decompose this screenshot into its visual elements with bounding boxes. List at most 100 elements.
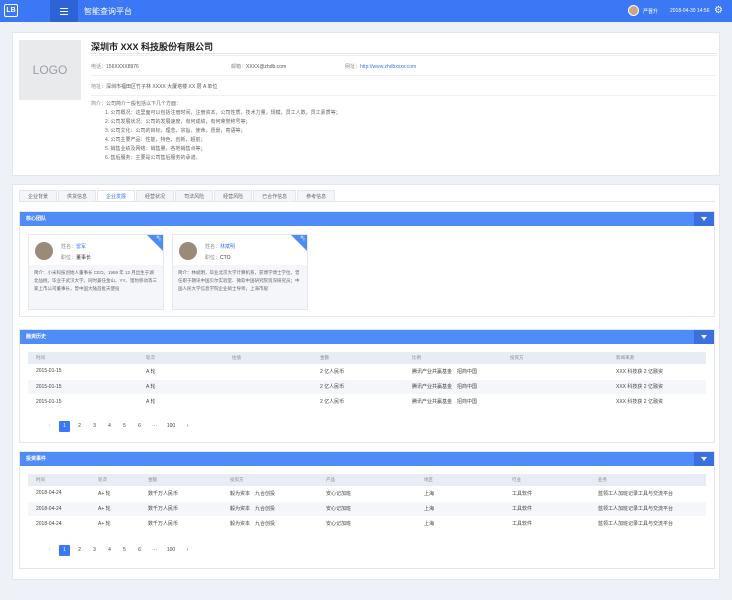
member-name: 姓名：林斌明 — [205, 244, 236, 250]
column-header: 金额 — [140, 474, 222, 486]
core-team-section: 核心团队 核心 姓名：雷军 职位：董事长 简介：小米科技创始人董事长 CEO。1… — [19, 211, 715, 317]
intro-list: 1. 公司概况：这里面可以包括注册时间，注册资本，公司性质，技术力量，规模，员工… — [91, 109, 341, 163]
column-header: 产品 — [318, 474, 416, 486]
divider — [91, 53, 717, 54]
page-button[interactable]: 3 — [89, 545, 100, 556]
section-header: 融资历史 — [20, 330, 714, 344]
page-button[interactable]: 2 — [74, 421, 85, 432]
collapse-toggle-icon[interactable] — [694, 212, 714, 226]
app-title: 智能查询平台 — [84, 7, 132, 16]
column-header: 比例 — [404, 352, 502, 364]
page-button[interactable]: 5 — [119, 421, 130, 432]
pagination: ‹ 1 2 3 4 5 6 ··· 100 › — [44, 421, 193, 432]
page-button[interactable]: 100 — [164, 545, 178, 556]
detail-card: 企业背景 供货信息 企业发展 经营状况 司法风险 经营风险 已合作信息 参考信息… — [12, 184, 720, 580]
avatar — [35, 242, 53, 260]
column-header: 时间 — [28, 474, 90, 486]
divider — [19, 201, 715, 202]
page-button[interactable]: 3 — [89, 421, 100, 432]
top-bar: LB 智能查询平台 严晋升 2018-04-30 14:56 ⚙ — [0, 0, 732, 22]
column-header: 时间 — [28, 352, 138, 364]
company-logo: LOGO — [19, 40, 81, 100]
section-title: 核心团队 — [26, 216, 47, 222]
column-header: 地区 — [416, 474, 504, 486]
team-member-card[interactable]: 核心 姓名：雷军 职位：董事长 简介：小米科技创始人董事长 CEO。1969 年… — [28, 234, 164, 310]
news-link[interactable]: XXX 科技获 2 亿融资 — [608, 364, 706, 380]
divider — [91, 55, 717, 56]
avatar — [179, 242, 197, 260]
page-button[interactable]: 4 — [104, 545, 115, 556]
page-button[interactable]: 5 — [119, 545, 130, 556]
member-name: 姓名：雷军 — [61, 244, 87, 250]
next-page-icon[interactable]: › — [182, 421, 193, 432]
page-button[interactable]: 2 — [74, 545, 85, 556]
news-link[interactable]: XXX 科技获 2 亿融资 — [608, 379, 706, 395]
collapse-toggle-icon[interactable] — [694, 330, 714, 344]
financing-section: 融资历史 时间 轮次 估值 金额 比例 投资方 新闻来源 2015-01-15 A… — [19, 329, 715, 443]
page-button[interactable]: 100 — [164, 421, 178, 432]
table-header-row: 时间 轮次 金额 投资方 产品 地区 行业 业务 — [28, 474, 706, 486]
column-header: 金额 — [312, 352, 404, 364]
table-header-row: 时间 轮次 估值 金额 比例 投资方 新闻来源 — [28, 352, 706, 364]
section-title: 融资历史 — [26, 334, 47, 340]
menu-icon[interactable] — [50, 0, 78, 22]
page-button[interactable]: 6 — [134, 421, 145, 432]
website-link[interactable]: http://www.zhdbxxxx.com — [360, 64, 416, 70]
divider — [91, 95, 717, 96]
company-intro: 简介：公司简介一般包括以下几个方面： 1. 公司概况：这里面可以包括注册时间，注… — [91, 101, 341, 163]
column-header: 估值 — [224, 352, 312, 364]
page-ellipsis[interactable]: ··· — [149, 421, 160, 432]
page-button[interactable]: 4 — [104, 421, 115, 432]
member-bio: 简介：林斌明，毕业北京大学计算机系，获博学博士学位，曾任职于朗讯中国贝尔实验室、… — [173, 265, 307, 309]
member-bio: 简介：小米科技创始人董事长 CEO。1969 年 12 月出生于湖北仙桃，毕业于… — [29, 265, 163, 309]
intro-item: 3. 公司文化：公司的目标，理念，宗旨，使命，愿景，寄语等； — [105, 128, 246, 134]
prev-page-icon[interactable]: ‹ — [44, 421, 55, 432]
column-header: 投资方 — [222, 474, 318, 486]
table-row[interactable]: 2018-04-24 A+ 轮数千万人民币 毅为资本 九合创投 安心记加班 上海 工具软件… — [28, 501, 706, 517]
page-button[interactable]: 1 — [59, 421, 70, 432]
table-row[interactable]: 2015-01-15 A 轮2 亿人民币 腾讯产业共赢基金 招商中国 XXX 科技获 … — [28, 394, 706, 410]
user-name[interactable]: 严晋升 — [643, 8, 658, 15]
table-row[interactable]: 2015-01-15 A 轮2 亿人民币 腾讯产业共赢基金 招商中国 XXX 科技获 … — [28, 379, 706, 395]
pagination: ‹ 1 2 3 4 5 6 ··· 100 › — [44, 545, 193, 556]
page-button[interactable]: 1 — [59, 545, 70, 556]
intro-item: 2. 公司发展状况：公司的发展速度，有何成绩，有何荣誉称号等； — [105, 119, 251, 125]
next-page-icon[interactable]: › — [182, 545, 193, 556]
intro-item: 1. 公司概况：这里面可以包括注册时间，注册资本，公司性质，技术力量，规模，员工… — [105, 110, 341, 116]
divider — [91, 75, 717, 76]
member-position: 职位：CTO — [205, 255, 231, 261]
user-avatar[interactable] — [628, 5, 639, 16]
app-logo[interactable]: LB — [4, 4, 18, 17]
company-phone: 电话：156XXXX8976 — [91, 64, 139, 70]
company-website: 网址：http://www.zhdbxxxx.com — [345, 64, 417, 70]
investment-section: 投资事件 时间 轮次 金额 投资方 产品 地区 行业 业务 2018-04-24… — [19, 451, 715, 569]
table-row[interactable]: 2018-04-24 A+ 轮数千万人民币 毅为资本 九合创投 安心记加班 上海 工具软件… — [28, 486, 706, 502]
table-row[interactable]: 2018-04-24 A+ 轮数千万人民币 毅为资本 九合创投 安心记加班 上海 工具软件… — [28, 516, 706, 532]
section-header: 核心团队 — [20, 212, 714, 226]
section-header: 投资事件 — [20, 452, 714, 466]
page-button[interactable]: 6 — [134, 545, 145, 556]
current-datetime: 2018-04-30 14:56 — [670, 8, 710, 14]
intro-item: 6. 售后服务：主要是公司售后服务的承诺。 — [105, 155, 201, 161]
gear-icon[interactable]: ⚙ — [714, 5, 723, 16]
column-header: 轮次 — [138, 352, 224, 364]
news-link[interactable]: XXX 科技获 2 亿融资 — [608, 394, 706, 410]
company-address: 地址：深圳市福田区竹子林 XXXX 大厦塔楼 XX 层 A 单位 — [91, 84, 218, 90]
column-header: 行业 — [504, 474, 590, 486]
column-header: 轮次 — [90, 474, 140, 486]
column-header: 新闻来源 — [608, 352, 706, 364]
table-row[interactable]: 2015-01-15 A 轮2 亿人民币 腾讯产业共赢基金 招商中国 XXX 科技获 … — [28, 364, 706, 380]
member-position: 职位：董事长 — [61, 255, 92, 261]
company-name: 深圳市 XXX 科技股份有限公司 — [91, 42, 214, 52]
intro-item: 4. 公司主要产品：性能，特色，创新，超前； — [105, 137, 206, 143]
team-member-card[interactable]: 核心 姓名：林斌明 职位：CTO 简介：林斌明，毕业北京大学计算机系，获博学博士… — [172, 234, 308, 310]
column-header: 业务 — [590, 474, 706, 486]
column-header: 投资方 — [502, 352, 608, 364]
prev-page-icon[interactable]: ‹ — [44, 545, 55, 556]
company-info-card: LOGO 深圳市 XXX 科技股份有限公司 电话：156XXXX8976 邮箱：… — [12, 32, 720, 176]
collapse-toggle-icon[interactable] — [694, 452, 714, 466]
page-ellipsis[interactable]: ··· — [149, 545, 160, 556]
company-email: 邮箱：XXXX@zhdb.com — [231, 64, 287, 70]
investment-table: 时间 轮次 金额 投资方 产品 地区 行业 业务 2018-04-24 A+ 轮数… — [28, 474, 706, 532]
section-title: 投资事件 — [26, 456, 47, 462]
